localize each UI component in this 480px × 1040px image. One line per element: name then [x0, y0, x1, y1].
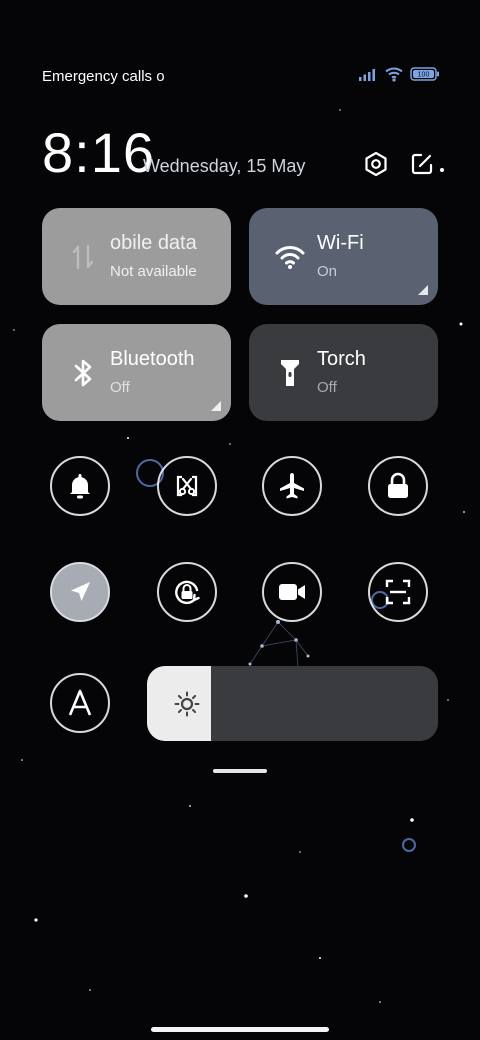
- toggle-screen-recorder[interactable]: [262, 562, 322, 622]
- tile-bluetooth[interactable]: Bluetooth Off: [42, 324, 231, 421]
- panel-drag-handle[interactable]: [213, 769, 267, 773]
- auto-brightness-icon: [68, 689, 92, 716]
- tile-torch-title: Torch: [317, 348, 366, 370]
- bluetooth-icon: [66, 356, 100, 390]
- status-icons: 100: [358, 66, 440, 82]
- bell-icon: [70, 474, 90, 499]
- battery-level-text: 100: [418, 72, 430, 79]
- toggle-rotation-lock[interactable]: [157, 562, 217, 622]
- battery-icon: 100: [410, 67, 439, 81]
- wifi-status-icon: [385, 67, 403, 82]
- clock: 8:16: [42, 121, 155, 184]
- tile-torch[interactable]: Torch Off: [249, 324, 438, 421]
- tile-wifi-status: On: [317, 263, 338, 280]
- edit-button[interactable]: [406, 148, 438, 180]
- tile-bluetooth-title: Bluetooth: [110, 348, 195, 370]
- tile-wifi[interactable]: Wi-Fi On: [249, 208, 438, 305]
- rotation-lock-icon: [175, 580, 200, 605]
- carrier-text: Emergency calls o: [42, 68, 165, 85]
- scan-icon: [385, 579, 411, 605]
- mobile-data-icon: [66, 240, 100, 274]
- status-bar: Emergency calls o 100: [0, 62, 480, 90]
- toggle-auto-brightness[interactable]: [50, 673, 110, 733]
- tile-wifi-title: Wi-Fi: [317, 232, 364, 254]
- edit-icon: [411, 153, 433, 175]
- wifi-icon: [273, 240, 307, 274]
- tile-mobile-data-title: obile data: [110, 232, 197, 254]
- lock-icon: [388, 472, 408, 498]
- tile-bluetooth-status: Off: [110, 379, 130, 396]
- screenshot-icon: [176, 475, 198, 497]
- tile-wifi-more-indicator[interactable]: [418, 285, 428, 295]
- toggle-screenshot[interactable]: [157, 456, 217, 516]
- tile-torch-status: Off: [317, 379, 337, 396]
- date: Wednesday, 15 May: [143, 156, 306, 176]
- toggle-airplane-mode[interactable]: [262, 456, 322, 516]
- location-icon: [71, 582, 90, 601]
- sun-icon: [174, 691, 200, 717]
- signal-icon: [359, 69, 375, 81]
- toggle-location[interactable]: [50, 562, 110, 622]
- tile-mobile-data-status: Not available: [110, 263, 197, 280]
- video-record-icon: [279, 584, 305, 600]
- tile-bluetooth-more-indicator[interactable]: [211, 401, 221, 411]
- toggle-scanner[interactable]: [368, 562, 428, 622]
- tile-mobile-data[interactable]: obile data Not available: [42, 208, 231, 305]
- airplane-icon: [280, 473, 304, 499]
- settings-button[interactable]: [360, 148, 392, 180]
- toggle-sound[interactable]: [50, 456, 110, 516]
- gesture-navigation-bar[interactable]: [151, 1027, 329, 1032]
- torch-icon: [273, 356, 307, 390]
- gear-icon: [365, 151, 387, 177]
- brightness-slider[interactable]: [147, 666, 438, 741]
- toggle-lock-screen[interactable]: [368, 456, 428, 516]
